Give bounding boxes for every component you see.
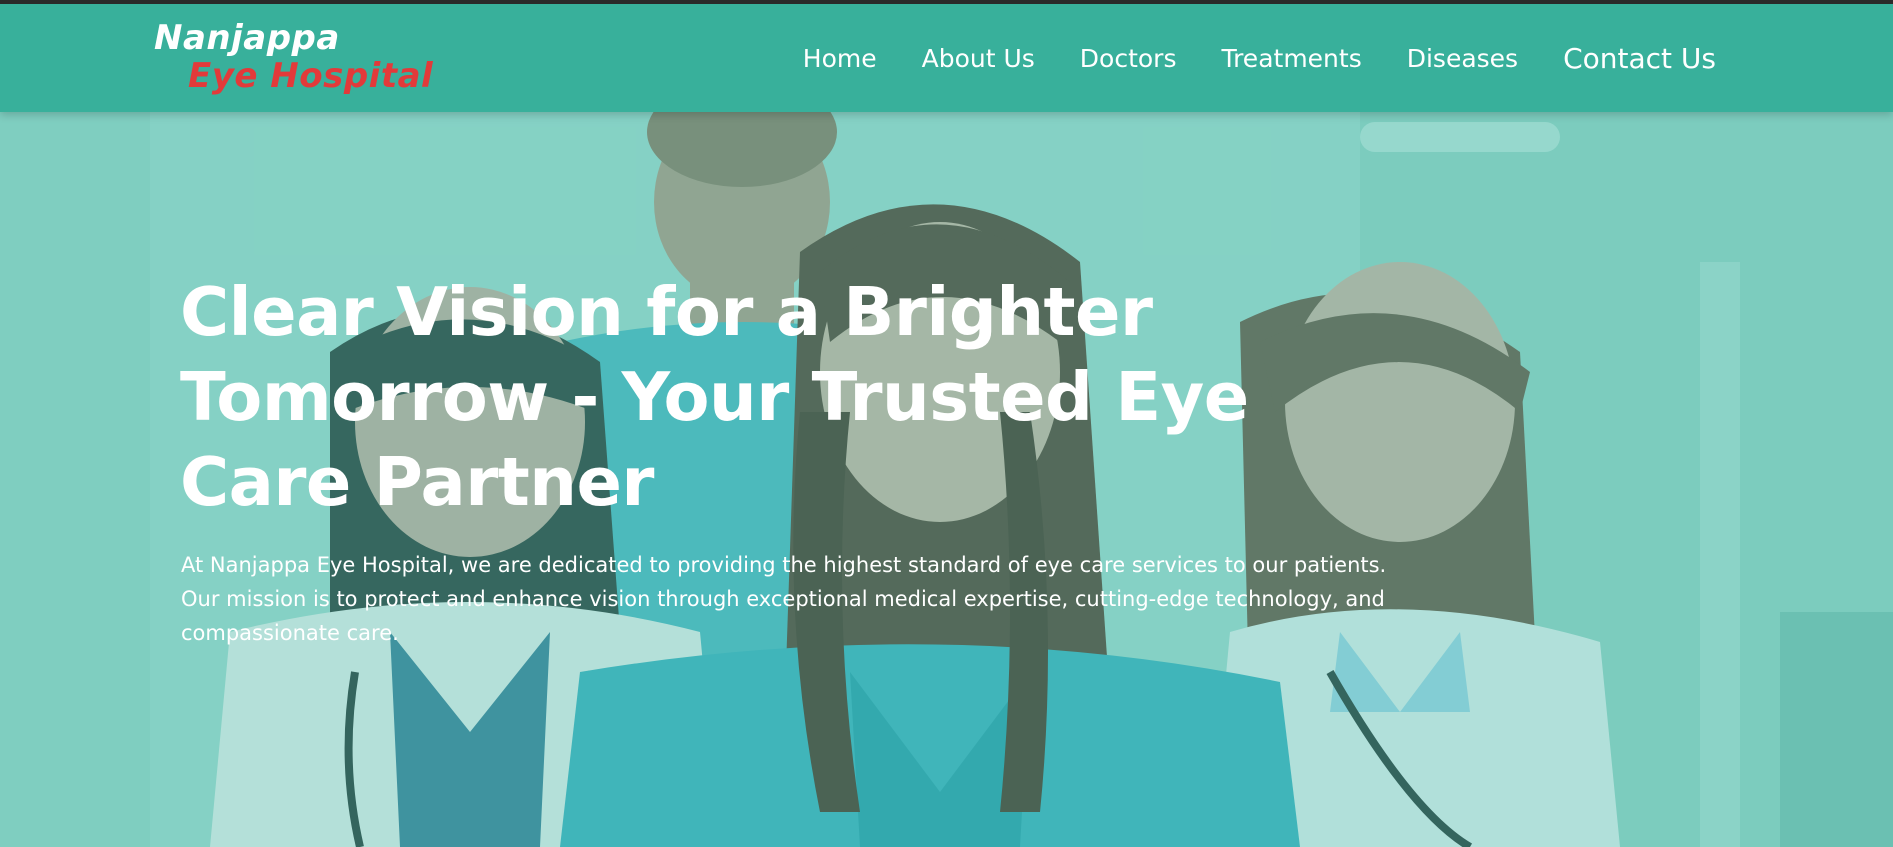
navbar: Nanjappa Eye Hospital Home About Us Doct… xyxy=(0,4,1893,112)
page: Nanjappa Eye Hospital Home About Us Doct… xyxy=(0,0,1893,847)
top-rule xyxy=(0,0,1893,4)
hero-description: At Nanjappa Eye Hospital, we are dedicat… xyxy=(181,553,1387,645)
nav-contact-us[interactable]: Contact Us xyxy=(1563,42,1716,75)
nav-treatments[interactable]: Treatments xyxy=(1221,44,1361,73)
logo-line-2: Eye Hospital xyxy=(188,56,434,96)
nav-diseases[interactable]: Diseases xyxy=(1407,44,1518,73)
nav-about-us[interactable]: About Us xyxy=(922,44,1035,73)
nav-doctors[interactable]: Doctors xyxy=(1080,44,1177,73)
hero-section: Clear Vision for a Brighter Tomorrow - Y… xyxy=(0,112,1893,847)
site-logo[interactable]: Nanjappa Eye Hospital xyxy=(154,14,433,98)
hero-title: Clear Vision for a Brighter Tomorrow - Y… xyxy=(180,273,1249,521)
nav-home[interactable]: Home xyxy=(803,44,877,73)
main-nav: Home About Us Doctors Treatments Disease… xyxy=(758,4,1716,112)
logo-line-1: Nanjappa xyxy=(154,18,340,58)
